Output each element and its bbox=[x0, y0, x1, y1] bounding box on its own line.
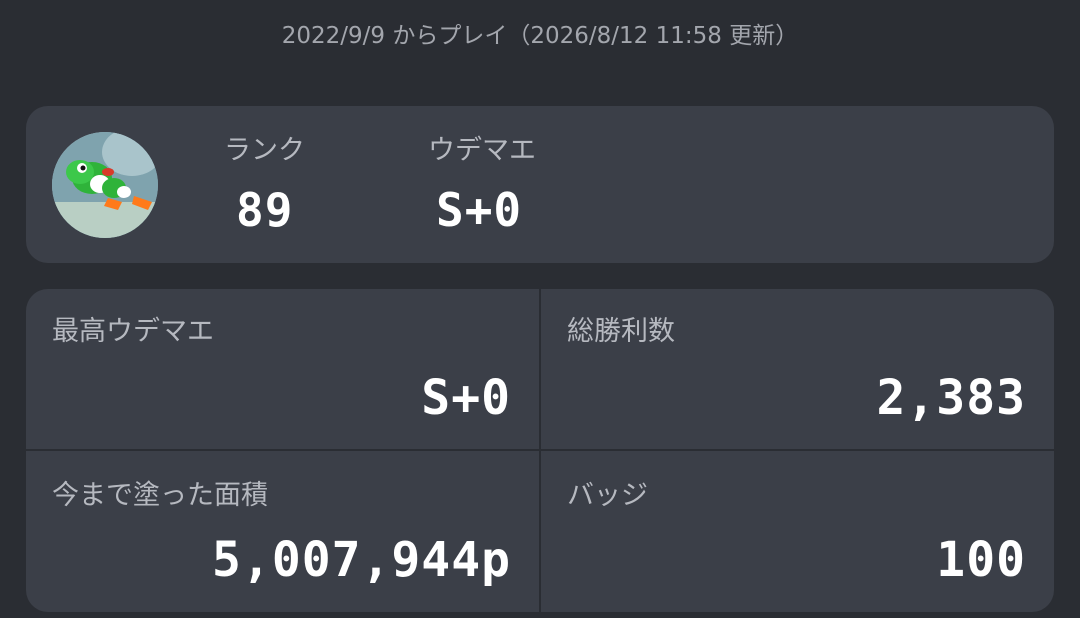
avatar-illustration bbox=[52, 132, 158, 238]
udemae-label: ウデマエ bbox=[428, 135, 536, 166]
rank-value: 89 bbox=[236, 183, 294, 237]
max-udemae-value: S+0 bbox=[421, 370, 511, 426]
badges-value: 100 bbox=[936, 532, 1026, 588]
profile-card: ランク 89 ウデマエ S+0 bbox=[26, 106, 1054, 263]
player-summary-page: 2022/9/9 からプレイ（2026/8/12 11:58 更新） ランク 8… bbox=[0, 0, 1080, 618]
total-wins-label: 総勝利数 bbox=[567, 316, 675, 347]
painted-area-value: 5,007,944p bbox=[212, 532, 511, 588]
udemae-value: S+0 bbox=[436, 183, 523, 237]
yoshi-avatar-icon[interactable] bbox=[52, 132, 158, 238]
rank-label: ランク bbox=[224, 135, 305, 166]
horizontal-divider bbox=[26, 449, 1054, 451]
stats-grid-card: 最高ウデマエ S+0 総勝利数 2,383 今まで塗った面積 5,007,944… bbox=[26, 289, 1054, 612]
badges-label: バッジ bbox=[567, 480, 648, 511]
max-udemae-label: 最高ウデマエ bbox=[52, 316, 214, 347]
total-wins-value: 2,383 bbox=[876, 370, 1026, 426]
painted-area-label: 今まで塗った面積 bbox=[52, 480, 268, 511]
play-period-text: 2022/9/9 からプレイ（2026/8/12 11:58 更新） bbox=[281, 23, 799, 49]
